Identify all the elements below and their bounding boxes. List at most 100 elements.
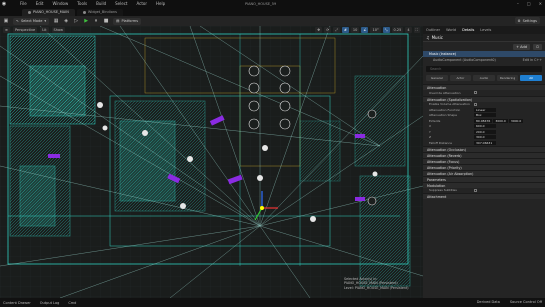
window-title: PIANO_HOUSE_59 (245, 2, 277, 6)
content-icon[interactable]: ▦ (53, 18, 59, 24)
details-search-input[interactable]: Search (426, 66, 542, 72)
scale-snap-button[interactable]: ⤡ (382, 27, 390, 33)
extents-z-field[interactable]: 3000.0 (508, 118, 524, 123)
settings-button[interactable]: ⚙ Settings (514, 17, 540, 24)
blueprint-icon[interactable]: ◈ (63, 18, 69, 24)
menu-help[interactable]: Help (156, 0, 165, 8)
prop-label: Override Attenuation (429, 90, 461, 95)
pause-icon[interactable]: ⏸ (93, 18, 99, 24)
platforms-label: Platforms (121, 19, 139, 23)
tab-outliner[interactable]: Outliner (426, 28, 440, 32)
section-attachment[interactable]: Attachment (423, 193, 545, 199)
add-component-row: + Add ⎔ (423, 42, 545, 51)
tab-piano-house-main[interactable]: PIANO_HOUSE_MAIN (22, 9, 75, 16)
extents-x-field[interactable]: 80.08476 (474, 118, 493, 123)
lit-button[interactable]: Lit (40, 27, 49, 33)
status-bar: Content Drawer Output Log Cmd Derived Da… (0, 298, 545, 307)
grid-snap-button[interactable]: # (341, 27, 349, 33)
menu-window[interactable]: Window (52, 0, 68, 8)
minimize-icon[interactable]: – (517, 0, 519, 8)
z-field[interactable]: 300.0 (474, 135, 496, 140)
component-audio[interactable]: AudioComponent (AudioComponent0) Edit in… (423, 57, 545, 63)
filter-actor[interactable]: Actor (449, 75, 472, 81)
prop-label: X (429, 124, 432, 129)
save-icon[interactable]: ▣ (3, 18, 9, 24)
perspective-button[interactable]: Perspective (12, 27, 38, 33)
status-right: Derived Data Source Control Off (477, 298, 542, 307)
select-mode-label: Select Mode (20, 19, 43, 23)
falloff-distance-field[interactable]: 307.06631 (474, 140, 496, 145)
platforms-dropdown[interactable]: ▤ Platforms (113, 17, 142, 25)
select-mode-icon: ↖ (16, 19, 19, 23)
select-mode-dropdown[interactable]: ↖ Select Mode ▾ (13, 17, 50, 25)
settings-label: Settings (522, 18, 537, 23)
details-filter-tabs: General Actor Audio Rendering All (423, 75, 545, 81)
rotation-snap-button[interactable]: ∠ (361, 27, 369, 33)
viewport-snap-controls: ✥ ⟳ ⤢ # 10 ∠ 10° ⤡ 0.25 4 ⛶ (315, 27, 420, 33)
add-component-button[interactable]: + Add (513, 43, 530, 50)
grid-snap-value[interactable]: 10 (350, 27, 360, 33)
maximize-icon[interactable]: □ (527, 0, 531, 8)
menu-actor[interactable]: Actor (136, 0, 147, 8)
camera-speed-button[interactable]: 4 (405, 27, 412, 33)
stop-icon[interactable]: ■ (103, 18, 109, 24)
override-attenuation-checkbox[interactable] (474, 91, 477, 95)
tab-details[interactable]: Details (462, 28, 474, 32)
suppress-subtitles-checkbox[interactable] (474, 188, 477, 192)
prop-label: Attenuation Shape (429, 113, 457, 118)
tab-world[interactable]: World (446, 28, 456, 32)
output-log-button[interactable]: Output Log (40, 301, 60, 305)
window-controls: – □ ✕ (517, 0, 542, 8)
cmd-input[interactable]: Cmd (68, 301, 76, 305)
derived-data-button[interactable]: Derived Data (477, 298, 500, 307)
details-panel: ♫ Music + Add ⎔ Music (Instance) AudioCo… (423, 34, 545, 298)
widget-icon (82, 11, 86, 14)
component-audio-label: AudioComponent (AudioComponent0) (433, 58, 496, 62)
rotate-icon[interactable]: ⟳ (324, 27, 332, 33)
menu-build[interactable]: Build (96, 0, 106, 8)
close-icon[interactable]: ✕ (539, 0, 542, 8)
attenuation-shape-select[interactable]: Box (474, 113, 496, 118)
maximize-viewport-icon[interactable]: ⛶ (413, 27, 420, 33)
enable-volume-checkbox[interactable] (474, 102, 477, 106)
filter-general[interactable]: General (426, 75, 448, 81)
play-icon[interactable]: ▶ (83, 18, 89, 24)
gear-icon: ⚙ (517, 18, 521, 23)
translate-icon[interactable]: ✥ (315, 27, 323, 33)
filter-rendering[interactable]: Rendering (496, 75, 519, 81)
y-field[interactable]: 200.0 (474, 129, 496, 134)
source-control-button[interactable]: Source Control Off (510, 298, 542, 307)
cinematics-icon[interactable]: ▷ (73, 18, 79, 24)
prop-label: Attenuation Function (429, 107, 461, 112)
attenuation-function-select[interactable]: Linear (474, 107, 496, 112)
viewport-options-button[interactable]: ≡ (3, 27, 10, 33)
actor-header: ♫ Music (423, 34, 545, 42)
extents-y-field[interactable]: 3000.0 (493, 118, 508, 123)
menu-edit[interactable]: Edit (36, 0, 44, 8)
tab-levels[interactable]: Levels (480, 28, 491, 32)
filter-audio[interactable]: Audio (473, 75, 495, 81)
panel-tab-bar: Outliner World Details Levels (423, 26, 545, 34)
prop-label: Z (429, 135, 432, 140)
menu-file[interactable]: File (20, 0, 27, 8)
scale-icon[interactable]: ⤢ (333, 27, 340, 33)
menu-tools[interactable]: Tools (77, 0, 87, 8)
prop-label: Y (429, 129, 431, 134)
scale-snap-value[interactable]: 0.25 (391, 27, 404, 33)
unreal-logo-icon[interactable]: ◉ (0, 0, 8, 8)
x-field[interactable]: 600.0 (474, 124, 496, 129)
tab-label: Widget_Bindions (87, 10, 117, 14)
level-viewport[interactable]: ≡ Perspective Lit Show ✥ ⟳ ⤢ # 10 ∠ 10° … (0, 26, 423, 298)
filter-all[interactable]: All (520, 75, 542, 81)
blueprint-button-icon[interactable]: ⎔ (532, 43, 542, 50)
current-level-line: Level: PIANO_HOUSE_MAIN (Persistent) (344, 285, 409, 290)
component-audio-edit[interactable]: Edit in C++ (523, 57, 542, 63)
content-drawer-button[interactable]: Content Drawer (3, 301, 31, 305)
show-button[interactable]: Show (51, 27, 65, 33)
actor-name[interactable]: Music (432, 35, 443, 40)
menu-select[interactable]: Select (115, 0, 127, 8)
rotation-snap-value[interactable]: 10° (370, 27, 381, 33)
prop-label: Suppress Subtitles (429, 188, 457, 193)
tab-widget-bindions[interactable]: Widget_Bindions (76, 9, 123, 16)
tab-label: PIANO_HOUSE_MAIN (33, 10, 69, 14)
